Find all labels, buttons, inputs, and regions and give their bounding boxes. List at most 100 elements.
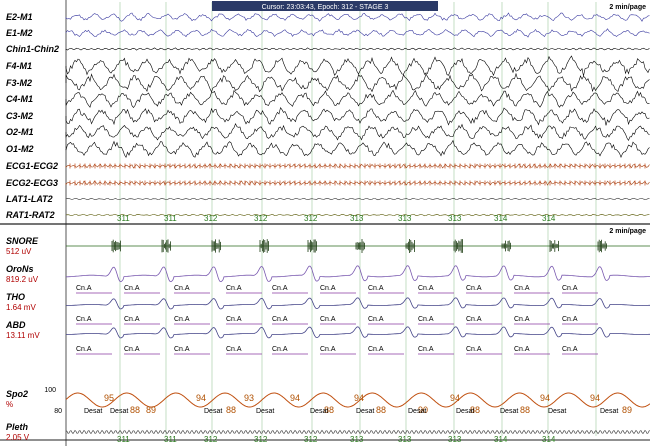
epoch-tick-label: 312: [254, 214, 268, 223]
spo2-peak-value: 95: [104, 393, 114, 403]
central-apnea-event[interactable]: Cn.A: [562, 316, 578, 323]
channel-label[interactable]: F3-M2: [6, 78, 32, 88]
channel-label[interactable]: C3-M2: [6, 111, 33, 121]
central-apnea-event[interactable]: Cn.A: [514, 316, 530, 323]
channel-label[interactable]: E1-M2: [6, 28, 33, 38]
channel-label[interactable]: LAT1-LAT2: [6, 194, 53, 204]
desaturation-event[interactable]: Desat: [408, 408, 426, 415]
epoch-tick-label: 314: [542, 214, 556, 223]
central-apnea-event[interactable]: Cn.A: [226, 316, 242, 323]
central-apnea-event[interactable]: Cn.A: [418, 346, 434, 353]
central-apnea-event[interactable]: Cn.A: [320, 316, 336, 323]
spo2-nadir-value: 88: [376, 405, 386, 415]
central-apnea-event[interactable]: Cn.A: [368, 285, 384, 292]
central-apnea-event[interactable]: Cn.A: [174, 285, 190, 292]
channel-label[interactable]: Chin1-Chin2: [6, 44, 59, 54]
channel-label[interactable]: SNORE: [6, 236, 39, 246]
central-apnea-event[interactable]: Cn.A: [226, 285, 242, 292]
central-apnea-event[interactable]: Cn.A: [466, 316, 482, 323]
channel-scale: 512 uV: [6, 247, 32, 256]
epoch-tick-label: 311: [117, 214, 130, 223]
central-apnea-event[interactable]: Cn.A: [562, 346, 578, 353]
epoch-tick-label: 312: [304, 214, 318, 223]
central-apnea-event[interactable]: Cn.A: [76, 316, 92, 323]
channel-scale: 819.2 uV: [6, 275, 39, 284]
polysomnography-display[interactable]: Cursor: 23:03:43, Epoch: 312 - STAGE 3 2…: [0, 0, 650, 446]
epoch-tick-label: 313: [350, 435, 364, 444]
central-apnea-event[interactable]: Cn.A: [562, 285, 578, 292]
channel-label[interactable]: ECG2-ECG3: [6, 178, 58, 188]
channel-label[interactable]: ABD: [5, 320, 26, 330]
central-apnea-event[interactable]: Cn.A: [514, 346, 530, 353]
epoch-tick-label: 312: [254, 435, 268, 444]
spo2-peak-value: 94: [196, 393, 206, 403]
central-apnea-event[interactable]: Cn.A: [124, 316, 140, 323]
channel-label[interactable]: OroNs: [6, 264, 34, 274]
central-apnea-event[interactable]: Cn.A: [466, 285, 482, 292]
desaturation-event[interactable]: Desat: [500, 408, 518, 415]
desaturation-event[interactable]: Desat: [356, 408, 374, 415]
central-apnea-event[interactable]: Cn.A: [466, 346, 482, 353]
spo2-peak-value: 94: [590, 393, 600, 403]
channel-label[interactable]: E2-M1: [6, 12, 33, 22]
desaturation-event[interactable]: Desat: [256, 408, 274, 415]
epoch-tick-label: 312: [204, 435, 218, 444]
central-apnea-event[interactable]: Cn.A: [272, 285, 288, 292]
channel-label[interactable]: O2-M1: [6, 127, 34, 137]
central-apnea-event[interactable]: Cn.A: [320, 285, 336, 292]
channel-label[interactable]: Pleth: [6, 422, 29, 432]
epoch-tick-label: 314: [494, 214, 508, 223]
page-scale-top[interactable]: 2 min/page: [609, 4, 646, 11]
channel-label[interactable]: O1-M2: [6, 144, 34, 154]
central-apnea-event[interactable]: Cn.A: [76, 346, 92, 353]
central-apnea-event[interactable]: Cn.A: [418, 316, 434, 323]
channel-label[interactable]: C4-M1: [6, 94, 33, 104]
channel-scale: 13.11 mV: [6, 331, 40, 340]
spo2-peak-value: 93: [244, 393, 254, 403]
spo2-peak-value: 94: [450, 393, 460, 403]
central-apnea-event[interactable]: Cn.A: [174, 316, 190, 323]
channel-label[interactable]: THO: [6, 292, 25, 302]
central-apnea-event[interactable]: Cn.A: [418, 285, 434, 292]
desaturation-event[interactable]: Desat: [600, 408, 618, 415]
channel-label[interactable]: Spo2: [6, 389, 28, 399]
central-apnea-event[interactable]: Cn.A: [226, 346, 242, 353]
spo2-axis-top: 100: [44, 387, 56, 394]
central-apnea-event[interactable]: Cn.A: [272, 346, 288, 353]
channel-scale: 1.64 mV: [6, 303, 36, 312]
central-apnea-event[interactable]: Cn.A: [124, 285, 140, 292]
epoch-tick-label: 311: [164, 214, 177, 223]
central-apnea-event[interactable]: Cn.A: [514, 285, 530, 292]
desaturation-event[interactable]: Desat: [456, 408, 474, 415]
central-apnea-event[interactable]: Cn.A: [174, 346, 190, 353]
central-apnea-event[interactable]: Cn.A: [76, 285, 92, 292]
channel-label[interactable]: ECG1-ECG2: [6, 161, 58, 171]
channel-label[interactable]: F4-M1: [6, 61, 32, 71]
spo2-peak-value: 94: [540, 393, 550, 403]
epoch-tick-label: 313: [448, 214, 462, 223]
spo2-nadir-value: 88: [226, 405, 236, 415]
central-apnea-event[interactable]: Cn.A: [124, 346, 140, 353]
central-apnea-event[interactable]: Cn.A: [320, 346, 336, 353]
epoch-tick-label: 311: [164, 435, 177, 444]
epoch-tick-label: 314: [494, 435, 508, 444]
spo2-peak-value: 94: [354, 393, 364, 403]
epoch-tick-label: 311: [117, 435, 130, 444]
epoch-tick-label: 312: [204, 214, 218, 223]
desaturation-event[interactable]: Desat: [310, 408, 328, 415]
cursor-info-text: Cursor: 23:03:43, Epoch: 312 - STAGE 3: [262, 4, 389, 11]
background: [0, 0, 650, 446]
page-scale-bottom[interactable]: 2 min/page: [609, 228, 646, 235]
spo2-nadir-value: 88: [130, 405, 140, 415]
epoch-tick-label: 313: [350, 214, 364, 223]
central-apnea-event[interactable]: Cn.A: [272, 316, 288, 323]
desaturation-event[interactable]: Desat: [548, 408, 566, 415]
desaturation-event[interactable]: Desat: [110, 408, 128, 415]
central-apnea-event[interactable]: Cn.A: [368, 316, 384, 323]
desaturation-event[interactable]: Desat: [84, 408, 102, 415]
central-apnea-event[interactable]: Cn.A: [368, 346, 384, 353]
epoch-tick-label: 312: [304, 435, 318, 444]
channel-label[interactable]: RAT1-RAT2: [6, 210, 55, 220]
spo2-peak-value: 94: [290, 393, 300, 403]
desaturation-event[interactable]: Desat: [204, 408, 222, 415]
